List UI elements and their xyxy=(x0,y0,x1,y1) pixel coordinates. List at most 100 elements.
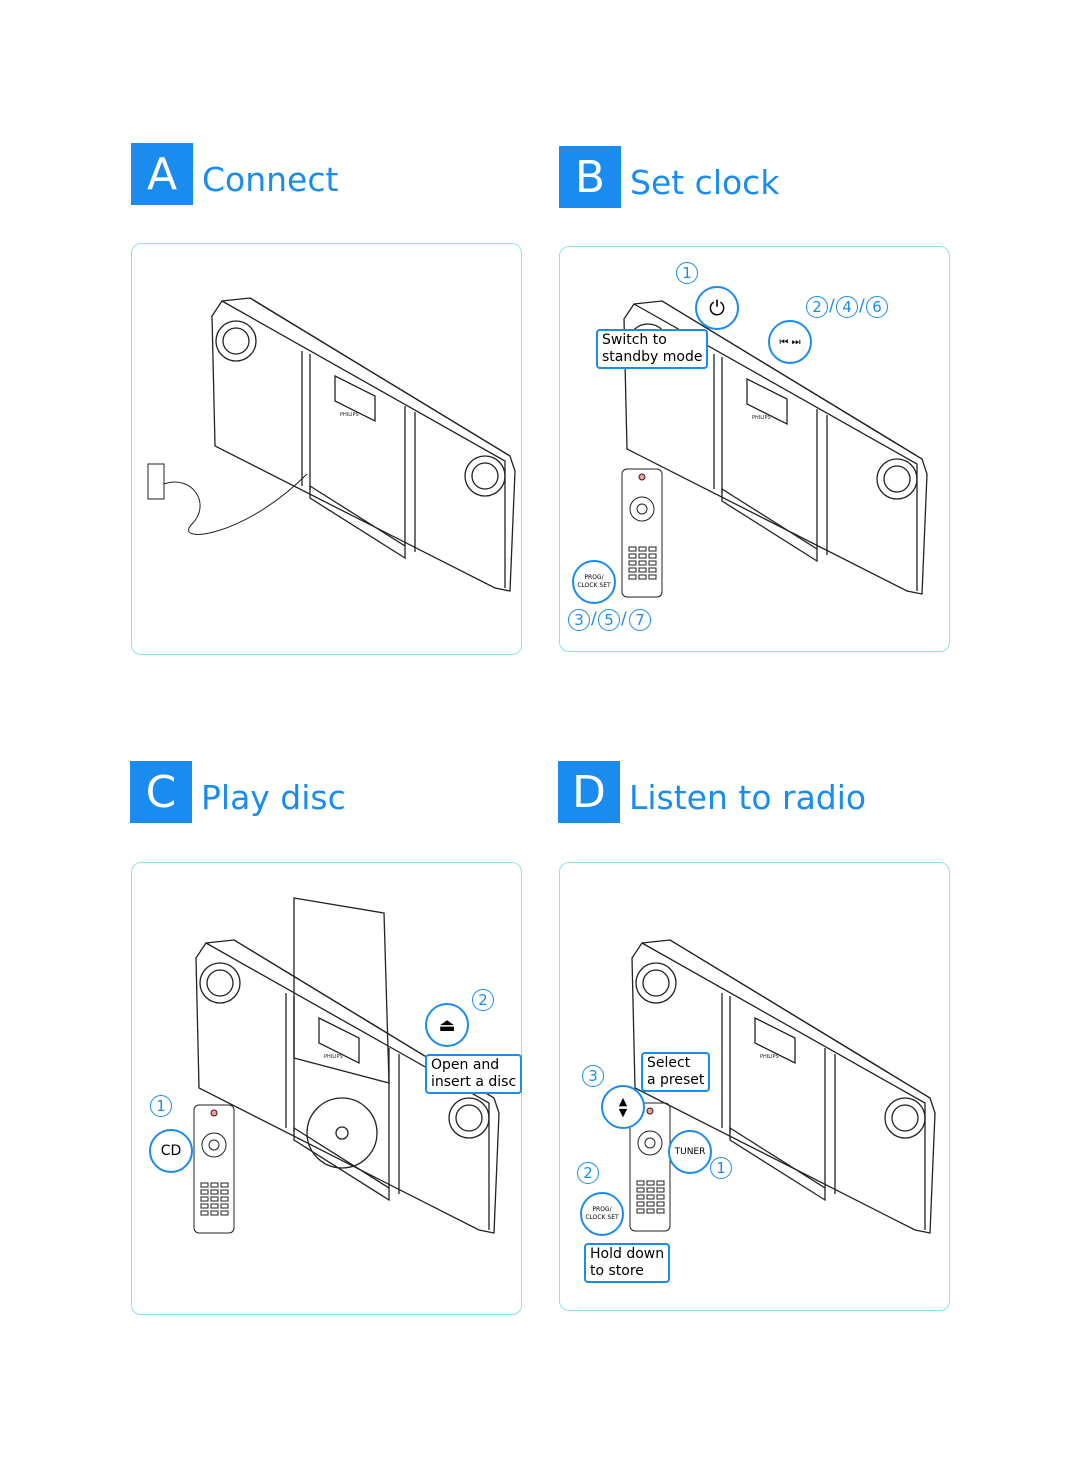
section-d-header: D Listen to radio xyxy=(558,761,866,823)
remote-key xyxy=(646,1187,655,1193)
speaker-knob xyxy=(455,1104,483,1132)
device-outline xyxy=(211,297,516,592)
cd-tray xyxy=(721,487,818,563)
remote-key xyxy=(210,1182,219,1188)
speaker-ring xyxy=(215,320,257,362)
open-insert-label: Open and insert a disc xyxy=(425,1054,523,1094)
speaker-ring xyxy=(635,962,677,1004)
device-panel xyxy=(285,993,400,1194)
speaker-ring xyxy=(876,458,918,500)
section-badge: D xyxy=(558,761,620,823)
step-number: 2 xyxy=(806,296,828,318)
remote-key xyxy=(636,1208,645,1214)
remote-ok-button xyxy=(636,503,648,515)
remote-key xyxy=(638,546,647,552)
section-c-header: C Play disc xyxy=(130,761,346,823)
remote-key xyxy=(628,567,637,573)
remote-key xyxy=(636,1187,645,1193)
section-title: Set clock xyxy=(630,162,780,202)
remote-key xyxy=(648,553,657,559)
speaker-knob xyxy=(891,1104,919,1132)
remote-key xyxy=(220,1189,229,1195)
step-number: 1 xyxy=(150,1095,172,1117)
remote-key xyxy=(628,553,637,559)
connect-illustration: PHILIPS xyxy=(147,297,516,592)
remote-key xyxy=(656,1208,665,1214)
remote-key xyxy=(638,567,647,573)
remote-key xyxy=(646,1180,655,1186)
remote-key xyxy=(628,560,637,566)
remote-control xyxy=(621,468,663,598)
slash: / xyxy=(591,609,597,629)
device-edge xyxy=(221,297,511,588)
hold-to-store-label: Hold down to store xyxy=(584,1243,671,1283)
remote-key xyxy=(638,574,647,580)
section-a-header: A Connect xyxy=(131,143,338,205)
remote-key xyxy=(648,574,657,580)
brand-logo: PHILIPS xyxy=(340,412,359,418)
section-title: Connect xyxy=(202,159,339,199)
stereo-device: PHILIPS xyxy=(211,297,516,592)
step-number: 2 xyxy=(472,989,494,1011)
select-preset-label: Select a preset xyxy=(641,1052,711,1092)
slash: / xyxy=(829,296,835,316)
remote-key xyxy=(636,1194,645,1200)
step-number: 1 xyxy=(710,1157,732,1179)
prog-clock-set-callout: PROG/ CLOCK SET xyxy=(580,1192,624,1236)
remote-key xyxy=(656,1180,665,1186)
power-icon: ⏻ xyxy=(695,286,739,330)
section-badge: B xyxy=(559,146,621,208)
brand-logo: PHILIPS xyxy=(760,1054,779,1060)
section-title: Play disc xyxy=(201,777,346,817)
device-panel xyxy=(713,354,828,555)
remote-key xyxy=(648,567,657,573)
step-number: 6 xyxy=(866,296,888,318)
remote-key xyxy=(656,1201,665,1207)
cd-tray xyxy=(729,1126,826,1202)
remote-key xyxy=(656,1187,665,1193)
remote-key xyxy=(200,1203,209,1209)
step-number: 2 xyxy=(577,1162,599,1184)
speaker-ring xyxy=(448,1097,490,1139)
step-number: 1 xyxy=(676,262,698,284)
remote-key xyxy=(220,1182,229,1188)
device-panel xyxy=(721,993,836,1194)
speaker-ring xyxy=(199,962,241,1004)
step-number: 5 xyxy=(598,609,620,631)
remote-key xyxy=(220,1196,229,1202)
speaker-knob xyxy=(471,462,499,490)
remote-dpad xyxy=(201,1132,227,1158)
skip-icon: ⏮ ⏭ xyxy=(768,320,812,364)
remote-key xyxy=(646,1194,655,1200)
remote-dpad xyxy=(629,496,655,522)
speaker-knob xyxy=(642,969,670,997)
section-badge: A xyxy=(131,143,193,205)
cd-callout: CD xyxy=(149,1129,193,1173)
remote-key xyxy=(200,1189,209,1195)
panel-connect: PHILIPS xyxy=(131,243,522,655)
section-badge: C xyxy=(130,761,192,823)
speaker-ring xyxy=(464,455,506,497)
remote-power-button xyxy=(210,1109,218,1117)
panel-set-clock: PHILIPS xyxy=(559,246,950,652)
remote-key xyxy=(628,546,637,552)
disc xyxy=(306,1097,378,1169)
step-number: 4 xyxy=(836,296,858,318)
device-panel xyxy=(301,351,416,552)
remote-key xyxy=(200,1182,209,1188)
step-number: 3 xyxy=(568,609,590,631)
step-number: 3 xyxy=(582,1065,604,1087)
remote-key xyxy=(220,1203,229,1209)
remote-key xyxy=(636,1201,645,1207)
standby-label: Switch to standby mode xyxy=(596,329,709,369)
remote-key xyxy=(646,1208,655,1214)
remote-key xyxy=(646,1201,655,1207)
slash: / xyxy=(621,609,627,629)
speaker-knob xyxy=(883,465,911,493)
disc-hole xyxy=(335,1126,349,1140)
remote-key xyxy=(200,1196,209,1202)
power-cord xyxy=(163,473,308,535)
remote-ok-button xyxy=(644,1137,656,1149)
step-number: 7 xyxy=(629,609,651,631)
brand-logo: PHILIPS xyxy=(324,1054,343,1060)
